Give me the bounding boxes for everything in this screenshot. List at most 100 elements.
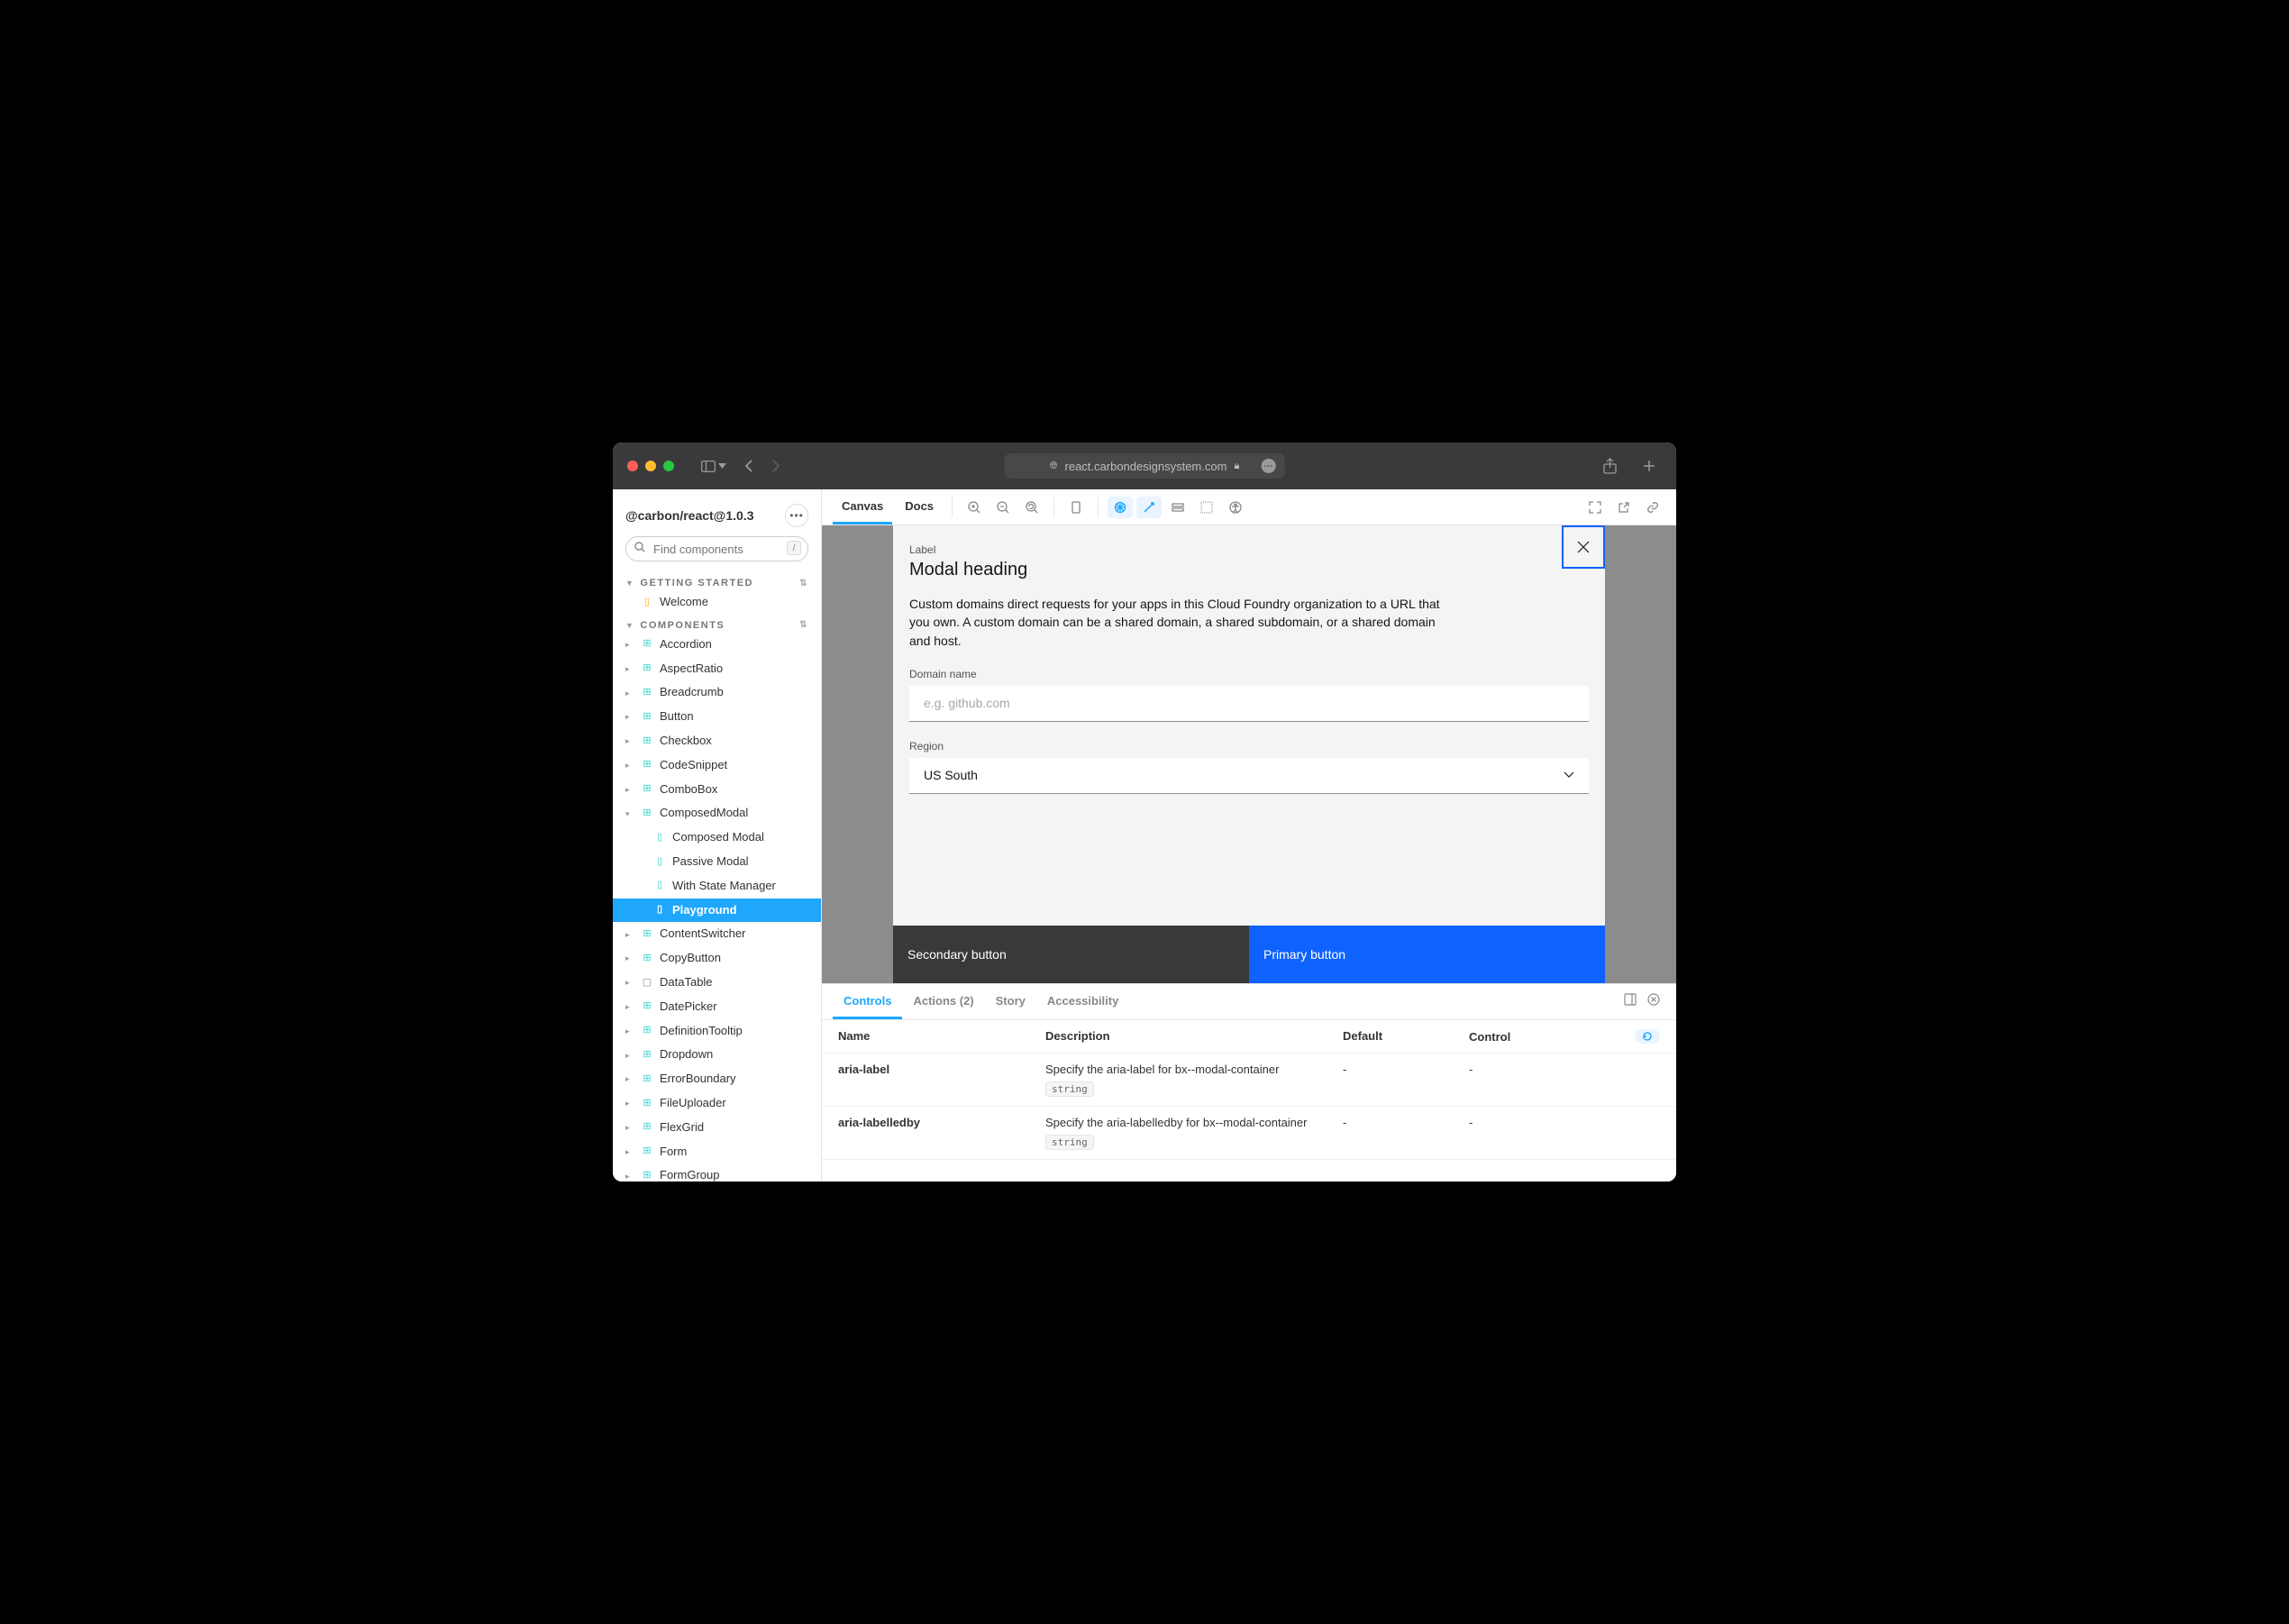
chevron-right-icon: ▸ <box>625 1097 634 1109</box>
copy-link-icon[interactable] <box>1640 497 1665 518</box>
open-new-tab-icon[interactable] <box>1611 497 1637 518</box>
primary-button[interactable]: Primary button <box>1249 926 1605 983</box>
arg-name: aria-label <box>838 1063 1045 1076</box>
sidebar-item-errorboundary[interactable]: ▸⊞ErrorBoundary <box>613 1067 821 1091</box>
address-bar[interactable]: 🌐︎ react.carbondesignsystem.com 🔒︎ ⋯ <box>1005 453 1285 479</box>
sidebar-item-contentswitcher[interactable]: ▸⊞ContentSwitcher <box>613 922 821 946</box>
addons-orientation-icon[interactable] <box>1619 990 1642 1014</box>
addon-tab-story[interactable]: Story <box>985 984 1036 1019</box>
sidebar-item-label: CopyButton <box>660 949 721 968</box>
sidebar-item-datatable[interactable]: ▸▢DataTable <box>613 971 821 995</box>
component-icon: ⊞ <box>642 1072 652 1088</box>
sidebar-item-label: DatePicker <box>660 998 717 1017</box>
arg-default: - <box>1343 1116 1469 1129</box>
sidebar-item-aspectratio[interactable]: ▸⊞AspectRatio <box>613 657 821 681</box>
modal-description: Custom domains direct requests for your … <box>909 595 1450 650</box>
chevron-down-icon <box>1564 771 1574 779</box>
new-tab-icon[interactable] <box>1637 455 1662 477</box>
viewport-icon[interactable] <box>1063 497 1089 518</box>
sidebar-item-label: Dropdown <box>660 1045 713 1064</box>
secondary-button[interactable]: Secondary button <box>893 926 1249 983</box>
document-icon: ▯ <box>642 595 652 611</box>
sidebar-item-checkbox[interactable]: ▸⊞Checkbox <box>613 729 821 753</box>
sidebar-story-passive-modal[interactable]: ▯Passive Modal <box>613 850 821 874</box>
sidebar-item-button[interactable]: ▸⊞Button <box>613 705 821 729</box>
sidebar-menu-button[interactable]: ••• <box>785 504 808 527</box>
sidebar-item-label: FormGroup <box>660 1166 719 1182</box>
sidebar-item-breadcrumb[interactable]: ▸⊞Breadcrumb <box>613 680 821 705</box>
search-shortcut: / <box>787 541 801 555</box>
modal-label: Label <box>909 543 1589 556</box>
story-icon: ▯ <box>654 878 665 894</box>
zoom-in-icon[interactable] <box>962 497 987 518</box>
chevron-right-icon: ▸ <box>625 1121 634 1134</box>
search-field[interactable]: / <box>625 536 808 561</box>
arg-control[interactable]: - <box>1469 1063 1660 1076</box>
accessibility-icon[interactable] <box>1223 497 1248 518</box>
sidebar-story-playground[interactable]: ▯Playground <box>613 899 821 923</box>
sidebar-story-composed-modal[interactable]: ▯Composed Modal <box>613 826 821 850</box>
sidebar-item-label: ComboBox <box>660 780 717 799</box>
sidebar-item-form[interactable]: ▸⊞Form <box>613 1140 821 1164</box>
fullscreen-icon[interactable] <box>1582 497 1608 518</box>
sidebar-item-datepicker[interactable]: ▸⊞DatePicker <box>613 995 821 1019</box>
arg-control[interactable]: - <box>1469 1116 1660 1129</box>
section-components[interactable]: ▼ COMPONENTS ⇅ <box>613 615 821 633</box>
reader-icon[interactable]: ⋯ <box>1261 459 1275 473</box>
component-icon: ⊞ <box>642 661 652 677</box>
measure-icon[interactable] <box>1136 497 1162 518</box>
addons-close-icon[interactable] <box>1642 990 1665 1014</box>
sidebar-item-definitiontooltip[interactable]: ▸⊞DefinitionTooltip <box>613 1019 821 1044</box>
domain-input[interactable] <box>909 686 1589 722</box>
sidebar-item-label: Checkbox <box>660 732 712 751</box>
sidebar-item-label: Form <box>660 1143 687 1162</box>
modal-close-button[interactable] <box>1562 525 1605 569</box>
back-button[interactable] <box>739 455 759 477</box>
storybook-sidebar: @carbon/react@1.0.3 ••• / ▼ GETTING STAR… <box>613 489 822 1182</box>
addon-tab-controls[interactable]: Controls <box>833 984 902 1019</box>
share-icon[interactable] <box>1598 454 1622 478</box>
sidebar-story-with-state-manager[interactable]: ▯With State Manager <box>613 874 821 899</box>
reset-controls-button[interactable] <box>1635 1029 1660 1044</box>
addon-tab-actions[interactable]: Actions (2) <box>902 984 984 1019</box>
traffic-lights <box>627 461 674 471</box>
outline-icon[interactable] <box>1165 497 1190 518</box>
minimize-window-icon[interactable] <box>645 461 656 471</box>
chevron-right-icon: ▸ <box>625 1049 634 1062</box>
col-default: Default <box>1343 1029 1469 1043</box>
close-window-icon[interactable] <box>627 461 638 471</box>
sidebar-item-flexgrid[interactable]: ▸⊞FlexGrid <box>613 1116 821 1140</box>
component-icon: ⊞ <box>642 926 652 943</box>
chevron-down-icon: ▼ <box>625 579 634 588</box>
sidebar-item-fileuploader[interactable]: ▸⊞FileUploader <box>613 1091 821 1116</box>
sidebar-item-formgroup[interactable]: ▸⊞FormGroup <box>613 1163 821 1182</box>
sidebar-item-welcome[interactable]: ▯ Welcome <box>613 590 821 615</box>
section-getting-started[interactable]: ▼ GETTING STARTED ⇅ <box>613 572 821 590</box>
tab-docs[interactable]: Docs <box>896 489 943 525</box>
sidebar-item-composedmodal[interactable]: ▾⊞ComposedModal <box>613 801 821 826</box>
search-input[interactable] <box>625 536 808 561</box>
sidebar-item-accordion[interactable]: ▸⊞Accordion <box>613 633 821 657</box>
chevron-right-icon: ▸ <box>625 952 634 964</box>
zoom-reset-icon[interactable] <box>1019 497 1044 518</box>
sidebar-item-dropdown[interactable]: ▸⊞Dropdown <box>613 1043 821 1067</box>
maximize-window-icon[interactable] <box>663 461 674 471</box>
chevron-right-icon: ▸ <box>625 759 634 771</box>
component-icon: ⊞ <box>642 685 652 701</box>
modal-heading: Modal heading <box>909 560 1589 580</box>
col-control: Control <box>1469 1030 1510 1044</box>
region-select[interactable]: US South <box>909 758 1589 794</box>
zoom-out-icon[interactable] <box>990 497 1016 518</box>
chevron-down-icon: ▾ <box>625 807 634 820</box>
tab-canvas[interactable]: Canvas <box>833 489 892 525</box>
grid-icon[interactable] <box>1194 497 1219 518</box>
globe-icon: 🌐︎ <box>1050 461 1058 472</box>
sidebar-item-label: ErrorBoundary <box>660 1070 736 1089</box>
sidebar-item-combobox[interactable]: ▸⊞ComboBox <box>613 778 821 802</box>
sidebar-item-codesnippet[interactable]: ▸⊞CodeSnippet <box>613 753 821 778</box>
sidebar-toggle-icon[interactable] <box>696 457 732 476</box>
sidebar-item-copybutton[interactable]: ▸⊞CopyButton <box>613 946 821 971</box>
theme-icon[interactable] <box>1108 497 1133 518</box>
addon-tab-accessibility[interactable]: Accessibility <box>1036 984 1130 1019</box>
preview-toolbar: Canvas Docs <box>822 489 1676 525</box>
